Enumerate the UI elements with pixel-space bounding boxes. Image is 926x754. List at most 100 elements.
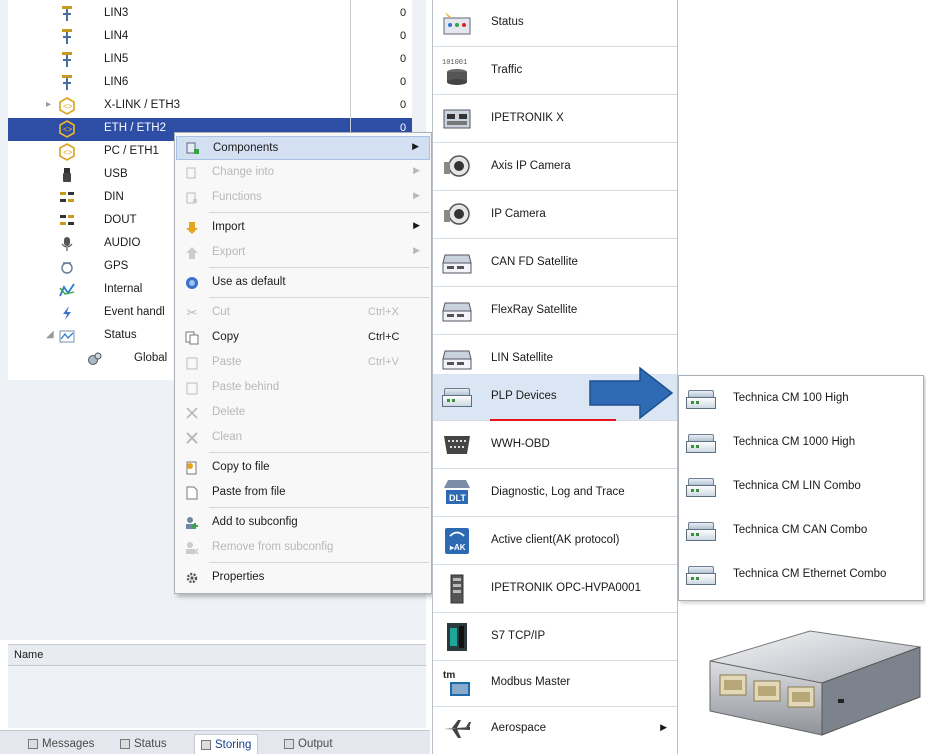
menu-item-label: Components xyxy=(213,142,279,154)
component-label: Aerospace xyxy=(491,722,546,734)
menu-item-remove-from-subconfig[interactable]: Remove from subconfig xyxy=(176,536,430,560)
plp-item-technica-cm-ethernet-combo[interactable]: Technica CM Ethernet Combo xyxy=(679,554,923,598)
component-item-aerospace[interactable]: Aerospace ▶ xyxy=(433,706,677,753)
output-icon xyxy=(284,739,294,749)
submenu-arrow-icon: ▶ xyxy=(413,220,420,230)
camera-icon xyxy=(441,200,473,230)
component-label: LIN Satellite xyxy=(491,352,554,364)
plp-item-technica-cm-lin-combo[interactable]: Technica CM LIN Combo xyxy=(679,466,923,510)
plp-item-label: Technica CM LIN Combo xyxy=(733,480,861,492)
properties-icon xyxy=(184,570,200,586)
menu-separator xyxy=(209,452,429,453)
component-item-ipetronik-opc[interactable]: IPETRONIK OPC-HVPA0001 xyxy=(433,566,677,613)
menu-item-properties[interactable]: Properties xyxy=(176,566,430,590)
components-icon xyxy=(185,141,201,157)
context-menu: Components ▶ Change into ▶ Functions ▶ I… xyxy=(174,132,432,594)
menu-item-use-as-default[interactable]: Use as default xyxy=(176,271,430,295)
bottom-tab-bar: Messages Status Storing Output xyxy=(0,730,430,754)
tree-row-label: PC / ETH1 xyxy=(104,145,159,157)
import-icon xyxy=(184,220,200,236)
paste-icon xyxy=(184,355,200,371)
tab-status[interactable]: Status xyxy=(120,734,167,754)
component-item-modbus-master[interactable]: tm Modbus Master xyxy=(433,660,677,707)
plp-item-technica-cm-1000-high[interactable]: Technica CM 1000 High xyxy=(679,422,923,466)
tab-label: Messages xyxy=(42,738,95,750)
component-item-traffic[interactable]: 101001 Traffic xyxy=(433,48,677,95)
tab-label: Storing xyxy=(215,738,252,751)
tab-messages[interactable]: Messages xyxy=(28,734,94,754)
menu-item-clean[interactable]: Clean xyxy=(176,426,430,450)
component-item-status[interactable]: Status xyxy=(433,0,677,47)
menu-item-delete[interactable]: Delete xyxy=(176,401,430,425)
plp-device-icon xyxy=(685,476,719,500)
menu-item-label: Properties xyxy=(212,571,265,583)
tree-row-label: Status xyxy=(104,329,137,341)
global-icon xyxy=(86,350,104,368)
digital-in-icon xyxy=(58,189,76,207)
satellite-device-icon xyxy=(441,248,473,278)
default-icon xyxy=(184,275,200,291)
internal-icon xyxy=(58,281,76,299)
menu-item-paste[interactable]: Paste Ctrl+V xyxy=(176,351,430,375)
tree-row-lin6[interactable]: LIN6 0 xyxy=(8,72,412,95)
menu-item-paste-from-file[interactable]: Paste from file xyxy=(176,481,430,505)
plp-item-technica-cm-100-high[interactable]: Technica CM 100 High xyxy=(679,378,923,422)
component-item-flexray-satellite[interactable]: FlexRay Satellite xyxy=(433,288,677,335)
export-icon xyxy=(184,245,200,261)
menu-item-copy[interactable]: Copy Ctrl+C xyxy=(176,326,430,350)
tree-row-label: DOUT xyxy=(104,214,137,226)
expand-arrow-icon[interactable]: ▸ xyxy=(46,99,56,110)
component-item-axis-ip-camera[interactable]: Axis IP Camera xyxy=(433,144,677,191)
component-item-ip-camera[interactable]: IP Camera xyxy=(433,192,677,239)
tree-row-label: ETH / ETH2 xyxy=(104,122,166,134)
traffic-badge: 101001 xyxy=(442,59,467,67)
component-item-can-fd-satellite[interactable]: CAN FD Satellite xyxy=(433,240,677,287)
menu-item-cut[interactable]: ✂ Cut Ctrl+X xyxy=(176,301,430,325)
collapse-arrow-icon[interactable]: ◢ xyxy=(46,329,56,340)
tree-row-lin3[interactable]: LIN3 0 xyxy=(8,3,412,26)
menu-item-shortcut: Ctrl+C xyxy=(368,331,400,343)
menu-item-label: Change into xyxy=(212,166,275,178)
tree-row-xlink-eth3[interactable]: ▸ <> X-LINK / ETH3 0 xyxy=(8,95,412,118)
menu-item-copy-to-file[interactable]: Copy to file xyxy=(176,456,430,480)
tree-row-value: 0 xyxy=(400,30,407,42)
lin-icon xyxy=(58,74,76,92)
tree-row-label: Event handl xyxy=(104,306,165,318)
menu-item-label: Paste xyxy=(212,356,242,368)
obd-connector-icon xyxy=(441,430,473,460)
plp-item-technica-cm-can-combo[interactable]: Technica CM CAN Combo xyxy=(679,510,923,554)
component-item-active-client[interactable]: ▸AK Active client(AK protocol) xyxy=(433,518,677,565)
component-label: IPETRONIK X xyxy=(491,112,564,124)
properties-area xyxy=(8,666,426,728)
name-column-header[interactable]: Name xyxy=(8,644,426,666)
menu-item-import[interactable]: Import ▶ xyxy=(176,216,430,240)
svg-text:DLT: DLT xyxy=(449,493,466,503)
component-item-diagnostic-log-trace[interactable]: DLT Diagnostic, Log and Trace xyxy=(433,470,677,517)
menu-item-label: Export xyxy=(212,246,246,258)
component-item-ipetronik-x[interactable]: IPETRONIK X xyxy=(433,96,677,143)
tree-row-lin4[interactable]: LIN4 0 xyxy=(8,26,412,49)
menu-item-export[interactable]: Export ▶ xyxy=(176,241,430,265)
menu-item-components[interactable]: Components ▶ xyxy=(176,136,430,160)
messages-icon xyxy=(28,739,38,749)
menu-item-label: Paste from file xyxy=(212,486,286,498)
component-item-s7-tcp-ip[interactable]: S7 TCP/IP xyxy=(433,614,677,661)
tab-output[interactable]: Output xyxy=(284,734,333,754)
menu-item-paste-behind[interactable]: Paste behind xyxy=(176,376,430,400)
menu-item-change-into[interactable]: Change into ▶ xyxy=(176,161,430,185)
delete-icon xyxy=(184,405,200,421)
tree-row-value: 0 xyxy=(400,7,407,19)
plp-item-label: Technica CM 100 High xyxy=(733,392,849,404)
menu-item-add-to-subconfig[interactable]: Add to subconfig xyxy=(176,511,430,535)
submenu-arrow-icon: ▶ xyxy=(413,190,420,200)
component-item-wwh-obd[interactable]: WWH-OBD xyxy=(433,422,677,469)
plp-device-icon xyxy=(685,432,719,456)
tab-storing[interactable]: Storing xyxy=(194,734,259,754)
digital-out-icon xyxy=(58,212,76,230)
menu-item-functions[interactable]: Functions ▶ xyxy=(176,186,430,210)
tree-row-value: 0 xyxy=(400,99,407,111)
plp-device-icon xyxy=(685,564,719,588)
ethernet-icon: <> xyxy=(58,120,76,138)
cut-icon: ✂ xyxy=(186,305,198,320)
tree-row-lin5[interactable]: LIN5 0 xyxy=(8,49,412,72)
